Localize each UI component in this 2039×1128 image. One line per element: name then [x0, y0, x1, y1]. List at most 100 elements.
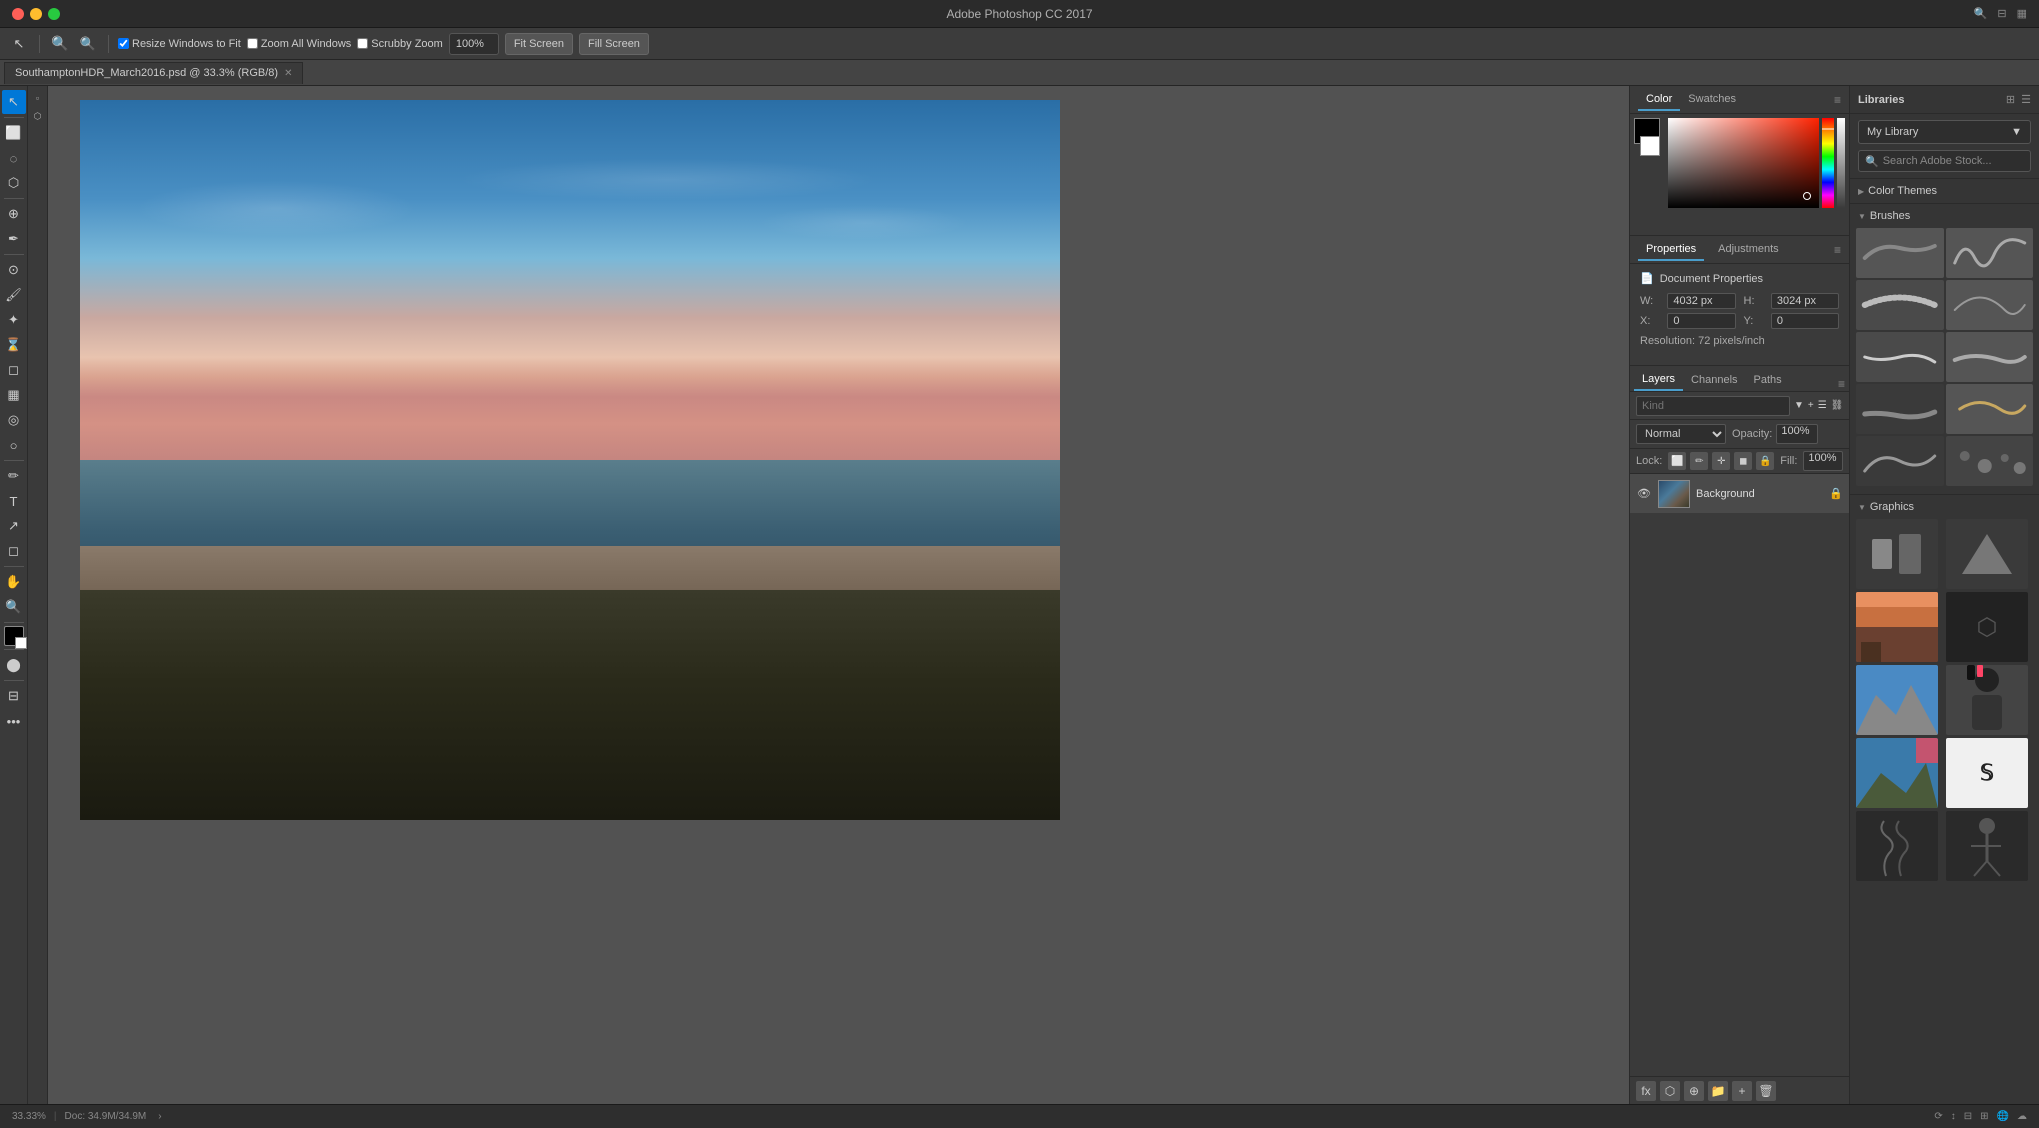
mask-icon[interactable]: ⬡ [30, 108, 46, 124]
new-fill-button[interactable]: ⊕ [1684, 1081, 1704, 1101]
layers-panel-close[interactable]: ≡ [1838, 377, 1845, 391]
tool-spot-heal[interactable]: ⊙ [2, 258, 26, 282]
brush-item-10[interactable] [1946, 436, 2034, 486]
canvas-area[interactable] [48, 86, 1629, 1104]
status-icon-1[interactable]: ⟳ [1934, 1111, 1942, 1122]
minimize-button[interactable] [30, 8, 42, 20]
tool-crop[interactable]: ⊕ [2, 202, 26, 226]
color-settings-icon[interactable]: ▫ [30, 90, 46, 106]
document-tab[interactable]: SouthamptonHDR_March2016.psd @ 33.3% (RG… [4, 62, 303, 84]
tool-quick-mask[interactable]: ⬤ [2, 653, 26, 677]
graphic-item-shape[interactable] [1946, 519, 2028, 589]
tool-clone-stamp[interactable]: ✦ [2, 308, 26, 332]
brush-item-8[interactable] [1946, 384, 2034, 434]
graphic-item-smoke[interactable] [1856, 811, 1938, 881]
opacity-slider[interactable] [1837, 118, 1845, 208]
graphic-item-tools[interactable] [1856, 519, 1938, 589]
tool-screen-mode[interactable]: ⊟ [2, 684, 26, 708]
tool-magic-wand[interactable]: ⬡ [2, 171, 26, 195]
layers-link-icon[interactable]: ⛓ [1831, 397, 1844, 415]
tool-move[interactable]: ↖ [2, 90, 26, 114]
tool-move-icon[interactable]: ↖ [8, 33, 30, 55]
brush-item-7[interactable] [1856, 384, 1944, 434]
layers-kind-filter[interactable] [1636, 396, 1790, 416]
layers-adjust-icon[interactable]: ☰ [1818, 397, 1827, 415]
zoom-all-checkbox[interactable]: Zoom All Windows [247, 38, 351, 50]
add-mask-button[interactable]: ⬡ [1660, 1081, 1680, 1101]
layer-visibility-icon[interactable]: 👁 [1636, 486, 1652, 502]
hue-slider[interactable] [1822, 118, 1834, 208]
search-icon[interactable]: 🔍 [1974, 7, 1988, 20]
add-fx-button[interactable]: fx [1636, 1081, 1656, 1101]
graphic-item-photo1[interactable] [1856, 592, 1938, 662]
color-themes-title[interactable]: ▶ Color Themes [1850, 183, 2039, 199]
brush-item-1[interactable] [1856, 228, 1944, 278]
color-saturation-brightness[interactable] [1668, 118, 1819, 208]
status-icon-4[interactable]: ⊞ [1980, 1111, 1988, 1122]
brushes-title[interactable]: ▼ Brushes [1850, 208, 2039, 224]
lock-all-icon[interactable]: 🔒 [1756, 452, 1774, 470]
tab-layers[interactable]: Layers [1634, 369, 1683, 391]
scrubby-zoom-checkbox[interactable]: Scrubby Zoom [357, 38, 443, 50]
layer-item-background[interactable]: 👁 Background 🔒 [1630, 474, 1849, 514]
tab-paths[interactable]: Paths [1746, 369, 1790, 391]
close-button[interactable] [12, 8, 24, 20]
tool-dodge[interactable]: ○ [2, 433, 26, 457]
lock-position-icon[interactable]: ✛ [1712, 452, 1730, 470]
brush-item-4[interactable] [1946, 280, 2034, 330]
foreground-color-swatch[interactable] [4, 626, 24, 646]
tab-swatches[interactable]: Swatches [1680, 89, 1744, 111]
graphic-item-landscape[interactable] [1856, 738, 1938, 808]
search-tool-icon[interactable]: 🔍 [49, 33, 71, 55]
panels-icon[interactable]: ▦ [2017, 7, 2027, 20]
library-search[interactable]: 🔍 Search Adobe Stock... [1858, 150, 2031, 172]
tool-brush[interactable]: 🖌 [2, 283, 26, 307]
library-dropdown[interactable]: My Library ▼ [1858, 120, 2031, 144]
color-panel-close[interactable]: ≡ [1834, 93, 1841, 107]
lock-transparent-icon[interactable]: ⬜ [1668, 452, 1686, 470]
graphic-item-mountain[interactable] [1856, 665, 1938, 735]
background-color-swatch[interactable] [1640, 136, 1660, 156]
arrange-icon[interactable]: ⊟ [1997, 7, 2006, 20]
brush-item-6[interactable] [1946, 332, 2034, 382]
tab-properties[interactable]: Properties [1638, 239, 1704, 261]
tool-lasso[interactable]: ◌ [2, 146, 26, 170]
brush-item-9[interactable] [1856, 436, 1944, 486]
properties-panel-close[interactable]: ≡ [1834, 243, 1841, 257]
new-layer-button[interactable]: + [1732, 1081, 1752, 1101]
tool-path-select[interactable]: ↗ [2, 514, 26, 538]
tool-eraser[interactable]: ◻ [2, 358, 26, 382]
brush-item-5[interactable] [1856, 332, 1944, 382]
zoom-out-icon[interactable]: 🔍 [77, 33, 99, 55]
brush-item-2[interactable] [1946, 228, 2034, 278]
tool-eyedropper[interactable]: ✒ [2, 227, 26, 251]
tool-zoom[interactable]: 🔍 [2, 595, 26, 619]
layers-filter-icon[interactable]: ▼ [1794, 397, 1804, 415]
tab-color[interactable]: Color [1638, 89, 1680, 111]
lock-artboard-icon[interactable]: ◼ [1734, 452, 1752, 470]
brush-item-3[interactable] [1856, 280, 1944, 330]
fill-screen-button[interactable]: Fill Screen [579, 33, 649, 55]
new-group-button[interactable]: 📁 [1708, 1081, 1728, 1101]
tab-channels[interactable]: Channels [1683, 369, 1745, 391]
fit-screen-button[interactable]: Fit Screen [505, 33, 573, 55]
blend-mode-select[interactable]: Normal [1636, 424, 1726, 444]
status-icon-2[interactable]: ↕ [1951, 1111, 1956, 1122]
libraries-list-icon[interactable]: ☰ [2021, 93, 2031, 106]
tool-extra[interactable]: ••• [2, 709, 26, 733]
lock-pixels-icon[interactable]: ✏ [1690, 452, 1708, 470]
tool-blur[interactable]: ◎ [2, 408, 26, 432]
layers-new-icon[interactable]: + [1808, 397, 1814, 415]
tool-gradient[interactable]: ▦ [2, 383, 26, 407]
tool-pen[interactable]: ✏ [2, 464, 26, 488]
document-close-icon[interactable]: ✕ [284, 68, 292, 79]
graphic-item-story[interactable]: 𝕊 [1946, 738, 2028, 808]
tab-adjustments[interactable]: Adjustments [1710, 239, 1787, 261]
status-icon-5[interactable]: 🌐 [1997, 1111, 2009, 1122]
maximize-button[interactable] [48, 8, 60, 20]
graphics-title[interactable]: ▼ Graphics [1850, 499, 2039, 515]
tool-hand[interactable]: ✋ [2, 570, 26, 594]
graphic-item-figure[interactable] [1946, 811, 2028, 881]
tool-rectangular-marquee[interactable]: ⬜ [2, 121, 26, 145]
delete-layer-button[interactable]: 🗑 [1756, 1081, 1776, 1101]
